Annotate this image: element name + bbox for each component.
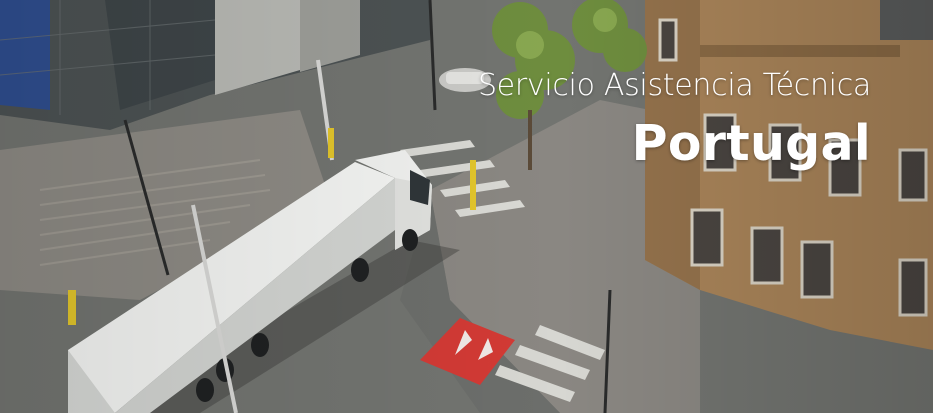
- street-photo: [0, 0, 933, 413]
- hero-banner: Servicio Asistencia Técnica Portugal: [0, 0, 933, 413]
- banner-subtitle: Servicio Asistencia Técnica: [477, 68, 871, 103]
- banner-heading: Servicio Asistencia Técnica Portugal: [478, 64, 871, 174]
- banner-country-title: Portugal: [631, 115, 871, 172]
